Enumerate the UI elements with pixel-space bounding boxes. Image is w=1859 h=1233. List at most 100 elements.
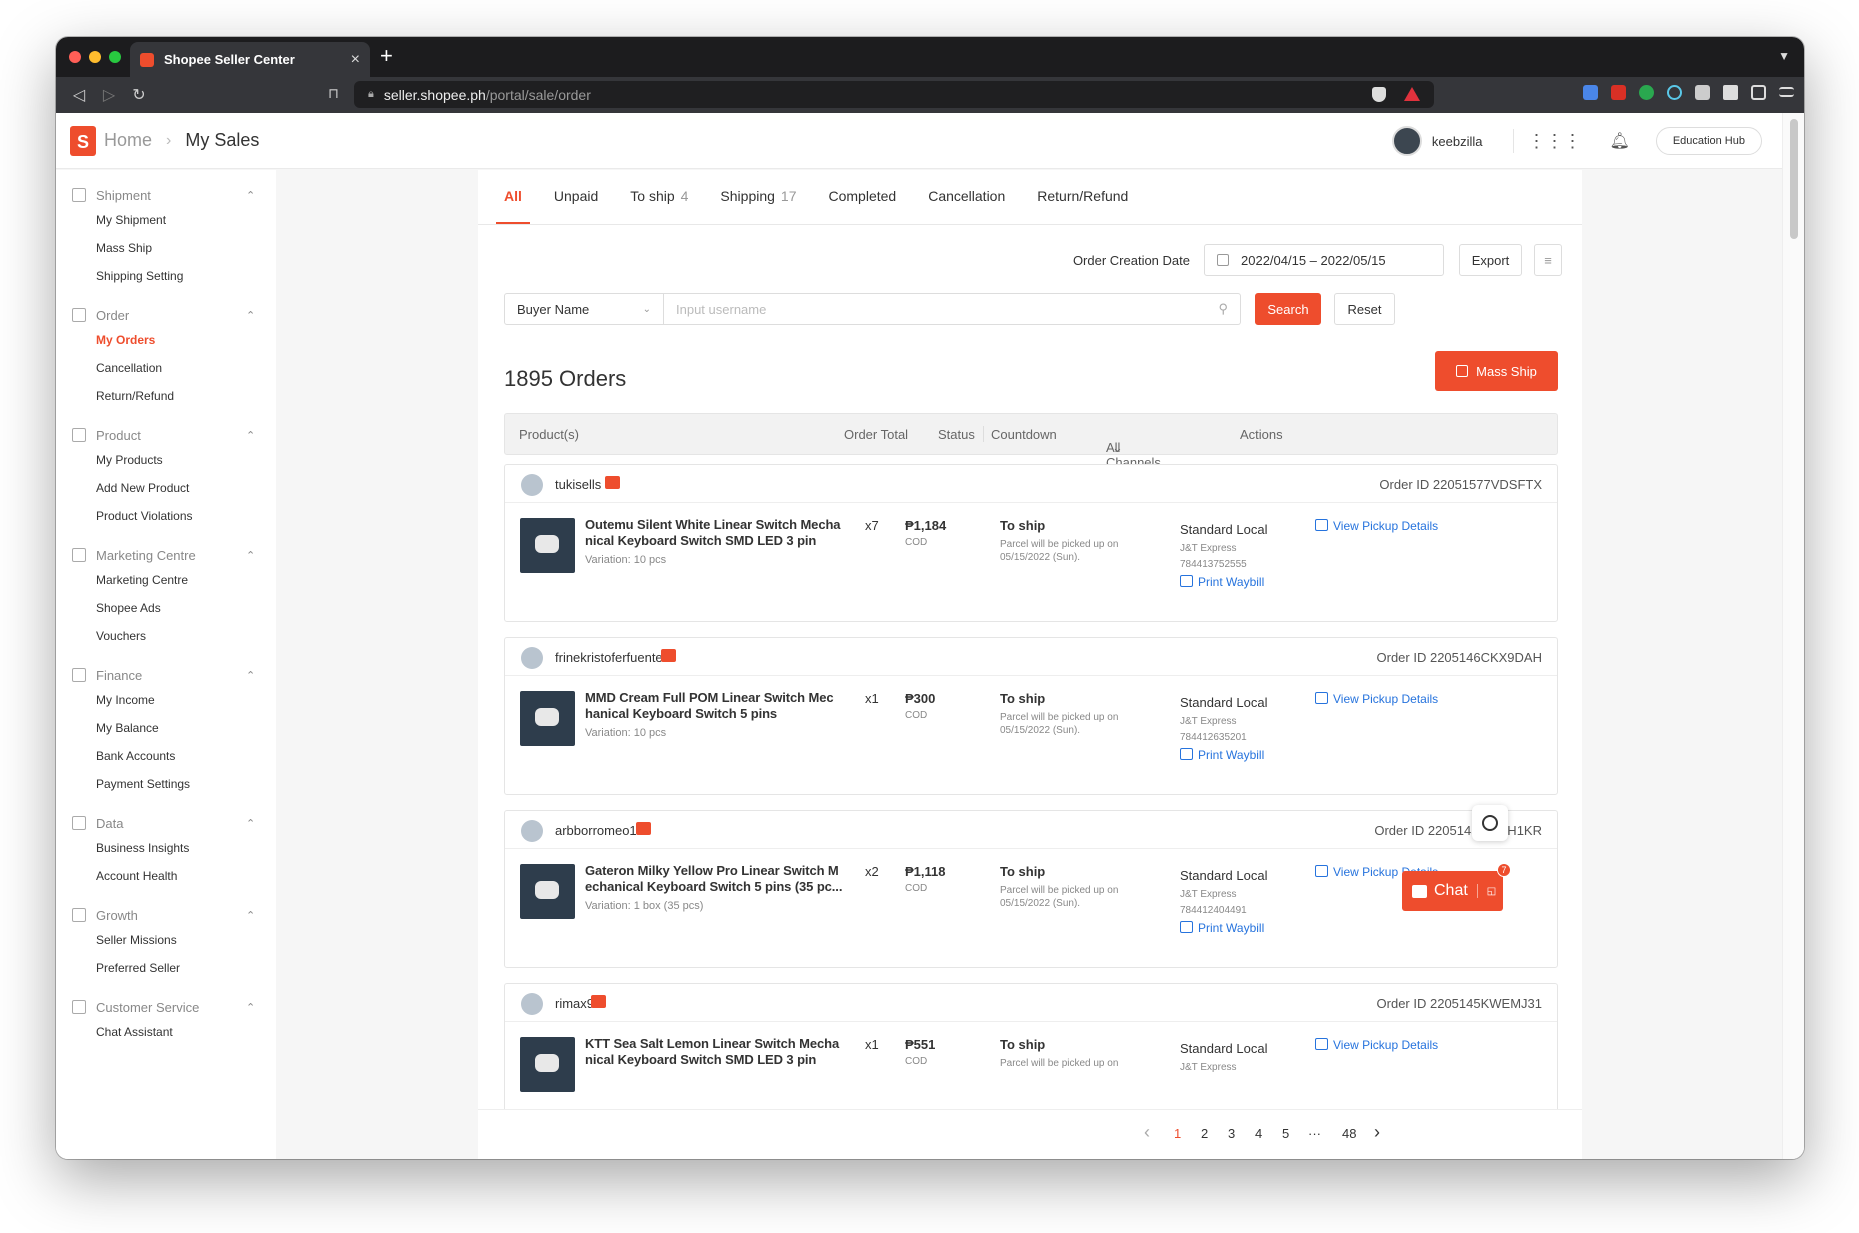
sidebar-group-header[interactable]: Growth ⌃ [56, 904, 276, 926]
order-tab[interactable]: Completed [829, 170, 897, 224]
chat-with-buyer-icon[interactable] [661, 649, 676, 662]
back-icon[interactable]: ◁ [64, 85, 94, 105]
sidebar-item[interactable]: Product Violations [56, 502, 276, 530]
sidebar-item[interactable]: Cancellation [56, 354, 276, 382]
sidebar-group-header[interactable]: Finance ⌃ [56, 664, 276, 686]
forward-icon[interactable]: ▷ [94, 85, 124, 105]
col-countdown[interactable]: Countdown [991, 427, 1057, 442]
sidebar-item[interactable]: Bank Accounts [56, 742, 276, 770]
sidebar-item[interactable]: My Balance [56, 714, 276, 742]
export-button[interactable]: Export [1459, 244, 1522, 276]
react-devtools-icon[interactable] [1667, 85, 1682, 100]
view-pickup-details-link[interactable]: View Pickup Details [1315, 692, 1438, 706]
sidebar-item[interactable]: Mass Ship [56, 234, 276, 262]
view-pickup-details-link[interactable]: View Pickup Details [1315, 1038, 1438, 1052]
order-id[interactable]: Order ID 22051577VDSFTX [1379, 477, 1542, 492]
page-number[interactable]: 4 [1255, 1126, 1262, 1141]
sidebar-group-header[interactable]: Order ⌃ [56, 304, 276, 326]
sidebar-item[interactable]: Marketing Centre [56, 566, 276, 594]
sidebar-item[interactable]: My Shipment [56, 206, 276, 234]
chevron-up-icon[interactable]: ⌃ [246, 817, 255, 830]
sidebar-item[interactable]: My Products [56, 446, 276, 474]
next-page-icon[interactable]: › [1374, 1122, 1380, 1143]
buyer-name[interactable]: arbborromeo13 [555, 823, 644, 838]
bell-icon[interactable]: 🔔︎ [1610, 131, 1630, 151]
page-number[interactable]: 3 [1228, 1126, 1235, 1141]
buyer-avatar[interactable] [521, 647, 543, 669]
breadcrumb-home[interactable]: Home [104, 130, 152, 151]
buyer-name[interactable]: rimax9 [555, 996, 594, 1011]
chat-button[interactable]: Chat ◱ [1402, 871, 1503, 911]
translate-extension-icon[interactable] [1583, 85, 1598, 100]
product-thumbnail[interactable] [520, 1037, 575, 1092]
page-number[interactable]: 1 [1174, 1126, 1181, 1141]
maximize-window-button[interactable] [109, 51, 121, 63]
chat-with-buyer-icon[interactable] [605, 476, 620, 489]
sidebar-item[interactable]: Seller Missions [56, 926, 276, 954]
order-tab[interactable]: To ship 4 [630, 170, 688, 224]
brave-rewards-icon[interactable] [1404, 87, 1420, 101]
sidebar-item[interactable]: Business Insights [56, 834, 276, 862]
extension-icon[interactable] [1695, 85, 1710, 100]
avatar[interactable] [1391, 126, 1422, 156]
close-window-button[interactable] [69, 51, 81, 63]
order-id[interactable]: Order ID 2205145RMXH1KR [1374, 823, 1542, 838]
sidebar-group-header[interactable]: Customer Service ⌃ [56, 996, 276, 1018]
chevron-up-icon[interactable]: ⌃ [246, 909, 255, 922]
print-waybill-link[interactable]: Print Waybill [1180, 921, 1264, 935]
search-input[interactable]: Input username ⚲ [664, 293, 1241, 325]
calendar-extension-icon[interactable] [1611, 85, 1626, 100]
sidebar-item[interactable]: My Income [56, 686, 276, 714]
page-number[interactable]: 48 [1342, 1126, 1356, 1141]
view-pickup-details-link[interactable]: View Pickup Details [1315, 519, 1438, 533]
buyer-avatar[interactable] [521, 993, 543, 1015]
chevron-up-icon[interactable]: ⌃ [246, 189, 255, 202]
brave-shield-icon[interactable] [1372, 87, 1386, 102]
sidebar-item[interactable]: Payment Settings [56, 770, 276, 798]
bookmark-icon[interactable]: ⊓ [328, 85, 339, 102]
page-number[interactable]: ··· [1308, 1126, 1321, 1141]
chat-with-buyer-icon[interactable] [591, 995, 606, 1008]
export-list-icon[interactable]: ≡ [1534, 244, 1562, 276]
search-type-select[interactable]: Buyer Name ⌄ [504, 293, 664, 325]
sidebar-item[interactable]: Shipping Setting [56, 262, 276, 290]
buyer-avatar[interactable] [521, 474, 543, 496]
sidebar-item[interactable]: Shopee Ads [56, 594, 276, 622]
green-extension-icon[interactable] [1639, 85, 1654, 100]
chevron-up-icon[interactable]: ⌃ [246, 309, 255, 322]
order-tab[interactable]: All [496, 170, 530, 224]
menu-icon[interactable] [1779, 87, 1794, 97]
reload-icon[interactable]: ↻ [124, 85, 154, 105]
product-thumbnail[interactable] [520, 518, 575, 573]
product-thumbnail[interactable] [520, 864, 575, 919]
sidebar-item[interactable]: Chat Assistant [56, 1018, 276, 1046]
sidebar-item[interactable]: Preferred Seller [56, 954, 276, 982]
product-thumbnail[interactable] [520, 691, 575, 746]
print-waybill-link[interactable]: Print Waybill [1180, 748, 1264, 762]
search-button[interactable]: Search [1255, 293, 1321, 325]
buyer-name[interactable]: frinekristoferfuentes [555, 650, 669, 665]
sidebar-item[interactable]: Return/Refund [56, 382, 276, 410]
chevron-up-icon[interactable]: ⌃ [246, 429, 255, 442]
sidebar-group-header[interactable]: Shipment ⌃ [56, 184, 276, 206]
shopee-logo[interactable]: S [70, 125, 96, 156]
sidebar-item[interactable]: Vouchers [56, 622, 276, 650]
print-waybill-link[interactable]: Print Waybill [1180, 575, 1264, 589]
page-scrollbar[interactable] [1782, 113, 1804, 1159]
order-tab[interactable]: Unpaid [554, 170, 598, 224]
date-range-picker[interactable]: 2022/04/15 – 2022/05/15 [1204, 244, 1444, 276]
buyer-name[interactable]: tukisells [555, 477, 601, 492]
page-number[interactable]: 5 [1282, 1126, 1289, 1141]
chat-with-buyer-icon[interactable] [636, 822, 651, 835]
order-tab[interactable]: Cancellation [928, 170, 1005, 224]
order-id[interactable]: Order ID 2205145KWEMJ31 [1377, 996, 1542, 1011]
reset-button[interactable]: Reset [1334, 293, 1395, 325]
education-hub-button[interactable]: Education Hub [1655, 127, 1762, 155]
new-tab-button[interactable]: + [380, 43, 393, 69]
sidebar-group-header[interactable]: Product ⌃ [56, 424, 276, 446]
prev-page-icon[interactable]: ‹ [1144, 1122, 1150, 1143]
tab-list-chevron-icon[interactable]: ▼ [1778, 49, 1790, 63]
chevron-up-icon[interactable]: ⌃ [246, 669, 255, 682]
chevron-up-icon[interactable]: ⌃ [246, 549, 255, 562]
username[interactable]: keebzilla [1432, 134, 1483, 149]
